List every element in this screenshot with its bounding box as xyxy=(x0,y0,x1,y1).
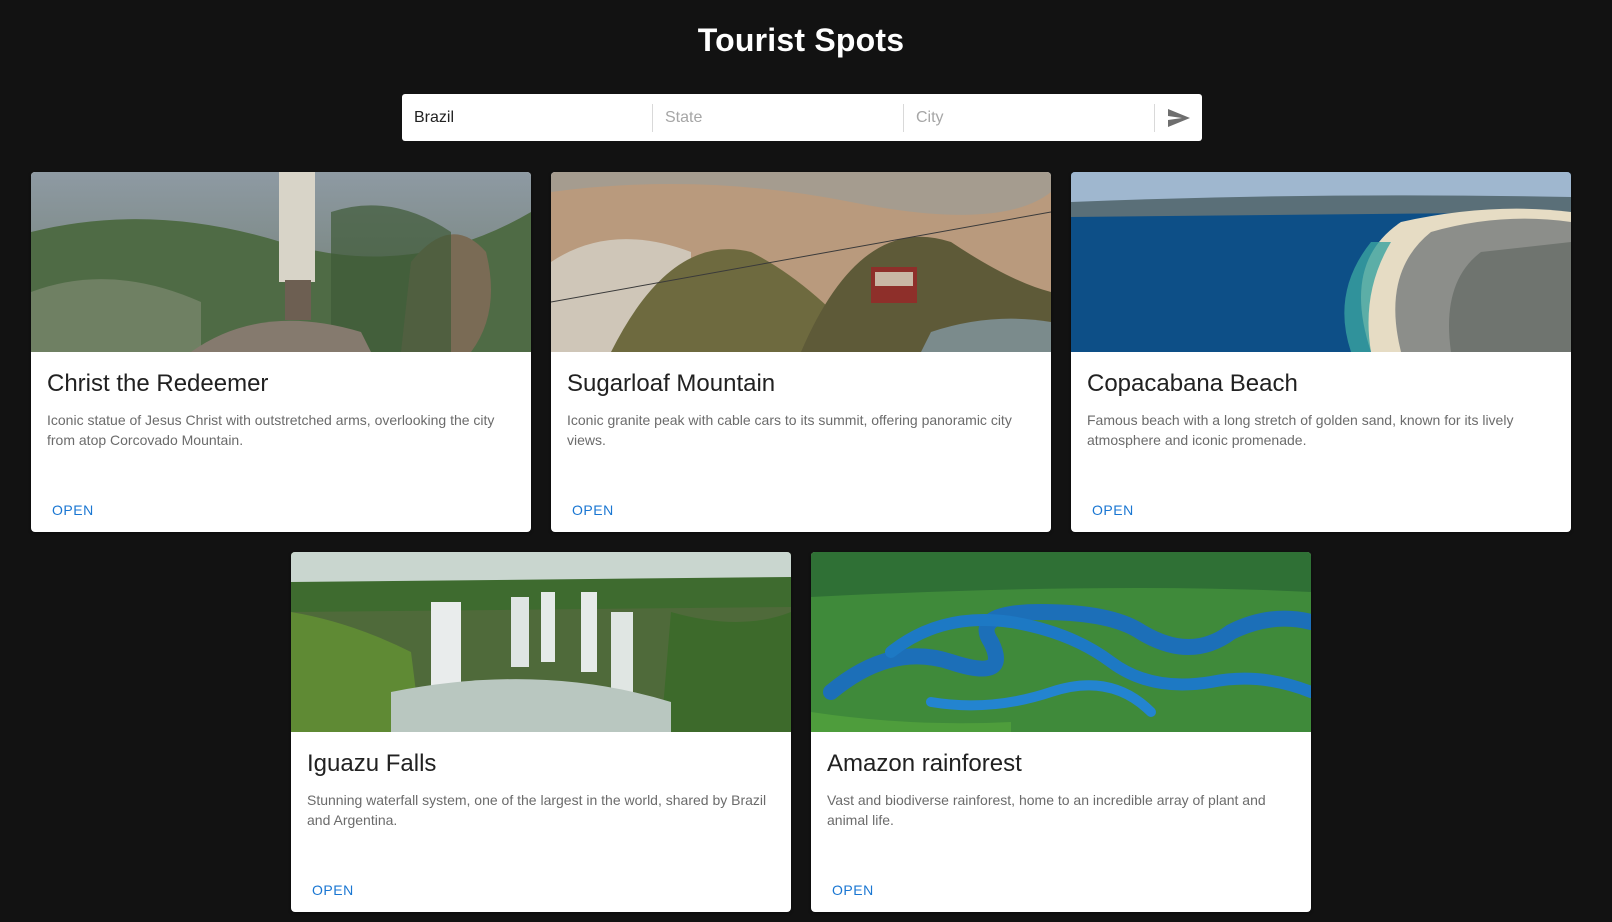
city-input[interactable] xyxy=(904,94,1154,141)
page: Tourist Spots Brazil State City Christ t… xyxy=(0,0,1612,922)
open-button[interactable]: OPEN xyxy=(1083,498,1143,522)
search-submit-button[interactable] xyxy=(1155,94,1202,141)
card-iguazu-falls: Iguazu Falls Stunning waterfall system, … xyxy=(291,552,791,912)
card-description: Famous beach with a long stretch of gold… xyxy=(1087,412,1514,448)
city-field-wrapper xyxy=(904,94,1154,141)
amazon-rainforest-image xyxy=(811,552,1311,732)
card-amazon-rainforest: Amazon rainforest Vast and biodiverse ra… xyxy=(811,552,1311,912)
country-input[interactable] xyxy=(402,94,652,141)
search-bar xyxy=(402,94,1202,141)
open-button[interactable]: OPEN xyxy=(303,878,363,902)
spots-grid: Christ the Redeemer Iconic statue of Jes… xyxy=(0,172,1602,922)
card-title: Copacabana Beach xyxy=(1087,370,1298,397)
card-title: Sugarloaf Mountain xyxy=(567,370,776,397)
card-description: Vast and biodiverse rainforest, home to … xyxy=(827,792,1266,828)
card-title: Iguazu Falls xyxy=(307,750,437,777)
card-sugarloaf-mountain: Sugarloaf Mountain Iconic granite peak w… xyxy=(551,172,1051,532)
open-button[interactable]: OPEN xyxy=(43,498,103,522)
card-christ-the-redeemer: Christ the Redeemer Iconic statue of Jes… xyxy=(31,172,531,532)
copacabana-beach-image xyxy=(1071,172,1571,352)
send-icon xyxy=(1167,108,1190,127)
card-description: Iconic granite peak with cable cars to i… xyxy=(567,412,1012,448)
iguazu-falls-image xyxy=(291,552,791,732)
card-row: Christ the Redeemer Iconic statue of Jes… xyxy=(0,172,1602,532)
open-button[interactable]: OPEN xyxy=(823,878,883,902)
card-description: Iconic statue of Jesus Christ with outst… xyxy=(47,412,495,448)
page-title: Tourist Spots xyxy=(697,22,905,58)
card-row: Iguazu Falls Stunning waterfall system, … xyxy=(0,552,1602,912)
open-button[interactable]: OPEN xyxy=(563,498,623,522)
card-copacabana-beach: Copacabana Beach Famous beach with a lon… xyxy=(1071,172,1571,532)
sugarloaf-mountain-image xyxy=(551,172,1051,352)
country-field-wrapper xyxy=(402,94,652,141)
state-input[interactable] xyxy=(653,94,903,141)
state-field-wrapper xyxy=(653,94,903,141)
card-title: Amazon rainforest xyxy=(827,750,1022,777)
card-description: Stunning waterfall system, one of the la… xyxy=(307,792,767,828)
card-title: Christ the Redeemer xyxy=(47,370,269,397)
christ-the-redeemer-image xyxy=(31,172,531,352)
